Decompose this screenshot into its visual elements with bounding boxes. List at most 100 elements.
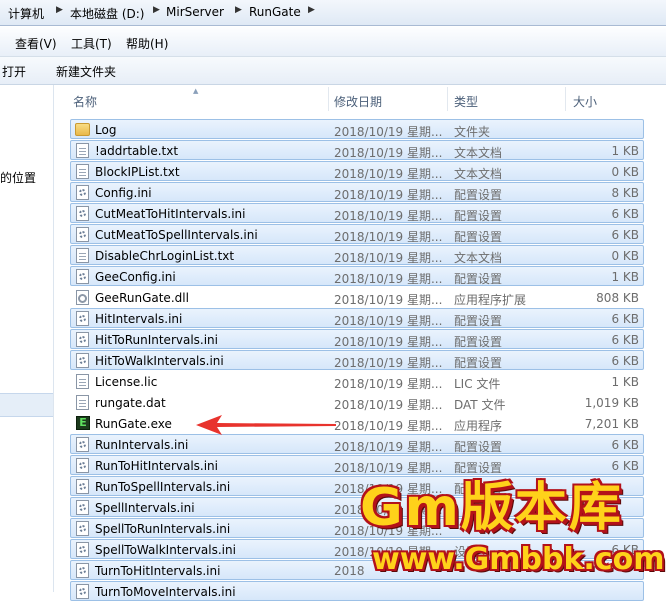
column-header-type[interactable]: 类型 [454, 93, 478, 110]
file-type: 配置设置 [454, 440, 503, 454]
file-name: BlockIPList.txt [95, 165, 180, 179]
file-size: 6 KB [611, 228, 639, 242]
file-name: RunIntervals.ini [95, 438, 189, 452]
file-date: 2018/10/19 星期... [334, 440, 443, 454]
dll-file-icon [76, 290, 89, 305]
column-divider[interactable] [328, 87, 329, 111]
file-type: 文本文档 [454, 167, 503, 181]
config-file-icon [76, 458, 89, 473]
file-name: RunToSpellIntervals.ini [95, 480, 231, 494]
breadcrumb-separator-icon[interactable]: ▶ [308, 5, 315, 15]
file-name: HitToRunIntervals.ini [95, 333, 218, 347]
nav-item-locations[interactable]: 的位置 [0, 169, 36, 186]
breadcrumb-mirserver[interactable]: MirServer [166, 5, 224, 19]
file-row[interactable]: HitToRunIntervals.ini 2018/10/19 星期... 配置设… [70, 329, 644, 349]
file-row[interactable]: RunIntervals.ini 2018/10/19 星期... 配置设置 6 KB [70, 434, 644, 454]
breadcrumb-separator-icon[interactable]: ▶ [56, 5, 63, 15]
breadcrumb-rungate[interactable]: RunGate [249, 5, 301, 19]
file-size: 7,201 KB [584, 417, 639, 431]
file-date: 2018 [334, 564, 365, 578]
navigation-pane[interactable]: 的位置 [0, 85, 54, 592]
file-type: 应用程序扩展 [454, 293, 527, 307]
file-row[interactable]: HitIntervals.ini 2018/10/19 星期... 配置设置 6 KB [70, 308, 644, 328]
column-divider[interactable] [565, 87, 566, 111]
file-size: 1 KB [611, 375, 639, 389]
file-type: 应用程序 [454, 419, 503, 433]
file-type: 文本文档 [454, 146, 503, 160]
column-header-date[interactable]: 修改日期 [334, 93, 382, 110]
file-size: 6 KB [611, 354, 639, 368]
breadcrumb-computer[interactable]: 计算机 [8, 5, 44, 22]
red-arrow-annotation [196, 415, 336, 435]
file-name: HitToWalkIntervals.ini [95, 354, 224, 368]
file-name: SpellIntervals.ini [95, 501, 195, 515]
file-row[interactable]: !addrtable.txt 2018/10/19 星期... 文本文档 1 KB [70, 140, 644, 160]
config-file-icon [76, 206, 89, 221]
breadcrumb-local-disk[interactable]: 本地磁盘 (D:) [70, 5, 144, 22]
file-name: DisableChrLoginList.txt [95, 249, 235, 263]
file-type: 配置设置 [454, 230, 503, 244]
file-size: 6 KB [611, 459, 639, 473]
exe-file-icon: E [76, 416, 90, 430]
file-row[interactable]: BlockIPList.txt 2018/10/19 星期... 文本文档 0 KB [70, 161, 644, 181]
file-type: 文件夹 [454, 125, 491, 139]
file-date: 2018/10/19 星期... [334, 125, 443, 139]
file-row[interactable]: TurnToMoveIntervals.ini [70, 581, 644, 601]
file-date: 2018/10/19 星期... [334, 293, 443, 307]
sort-ascending-icon: ▲ [193, 87, 199, 95]
file-size: 8 KB [611, 186, 639, 200]
menu-view[interactable]: 查看(V) [15, 35, 57, 52]
file-type: 配置设置 [454, 335, 503, 349]
config-file-icon [76, 185, 89, 200]
file-type: 配置设置 [454, 209, 503, 223]
file-name: CutMeatToSpellIntervals.ini [95, 228, 258, 242]
file-row[interactable]: CutMeatToHitIntervals.ini 2018/10/19 星期..… [70, 203, 644, 223]
file-name: CutMeatToHitIntervals.ini [95, 207, 246, 221]
menu-tools[interactable]: 工具(T) [71, 35, 112, 52]
command-bar: 打开 新建文件夹 [0, 57, 666, 85]
file-row[interactable]: GeeRunGate.dll 2018/10/19 星期... 应用程序扩展 808 … [70, 287, 644, 307]
open-button[interactable]: 打开 [2, 63, 26, 80]
menu-help[interactable]: 帮助(H) [126, 35, 168, 52]
column-header-name[interactable]: 名称 [73, 93, 97, 110]
file-row[interactable]: rungate.dat 2018/10/19 星期... DAT 文件 1,019 K… [70, 392, 644, 412]
file-row[interactable]: GeeConfig.ini 2018/10/19 星期... 配置设置 1 KB [70, 266, 644, 286]
file-date: 2018/10/19 星期... [334, 461, 443, 475]
file-name: SpellToRunIntervals.ini [95, 522, 231, 536]
file-name: Log [95, 123, 117, 137]
file-size: 808 KB [596, 291, 639, 305]
address-bar[interactable]: 计算机 ▶ 本地磁盘 (D:) ▶ MirServer ▶ RunGate ▶ [0, 0, 666, 26]
file-row[interactable]: RunToHitIntervals.ini 2018/10/19 星期... 配置设… [70, 455, 644, 475]
breadcrumb-separator-icon[interactable]: ▶ [235, 5, 242, 15]
text-file-icon [76, 164, 89, 179]
file-size: 6 KB [611, 333, 639, 347]
file-date: 2018/10/19 星期... [334, 377, 443, 391]
file-size: 0 KB [611, 249, 639, 263]
config-file-icon [76, 542, 89, 557]
file-date: 2018/10/19 星期... [334, 398, 443, 412]
file-row[interactable]: HitToWalkIntervals.ini 2018/10/19 星期... 配置… [70, 350, 644, 370]
file-date: 2018/10/19 星期... [334, 167, 443, 181]
file-row[interactable]: E RunGate.exe 2018/10/19 星期... 应用程序 7,201 KB [70, 413, 644, 433]
nav-item-selected[interactable] [0, 393, 53, 417]
file-size: 1 KB [611, 270, 639, 284]
file-date: 2018/10/19 星期... [334, 314, 443, 328]
file-row[interactable]: DisableChrLoginList.txt 2018/10/19 星期... 文… [70, 245, 644, 265]
config-file-icon [76, 311, 89, 326]
text-file-icon [76, 374, 89, 389]
file-name: SpellToWalkIntervals.ini [95, 543, 236, 557]
file-row[interactable]: Log 2018/10/19 星期... 文件夹 [70, 119, 644, 139]
new-folder-button[interactable]: 新建文件夹 [56, 63, 116, 80]
file-row[interactable]: Config.ini 2018/10/19 星期... 配置设置 8 KB [70, 182, 644, 202]
config-file-icon [76, 563, 89, 578]
breadcrumb-separator-icon[interactable]: ▶ [153, 5, 160, 15]
column-header-size[interactable]: 大小 [573, 93, 597, 110]
column-divider[interactable] [447, 87, 448, 111]
file-name: RunGate.exe [95, 417, 172, 431]
file-row[interactable]: License.lic 2018/10/19 星期... LIC 文件 1 KB [70, 371, 644, 391]
file-date: 2018/10/19 星期... [334, 251, 443, 265]
file-row[interactable]: CutMeatToSpellIntervals.ini 2018/10/19 星期… [70, 224, 644, 244]
folder-icon [75, 123, 90, 136]
watermark-title: Gm版本库 [360, 478, 623, 538]
file-date: 2018/10/19 星期... [334, 356, 443, 370]
